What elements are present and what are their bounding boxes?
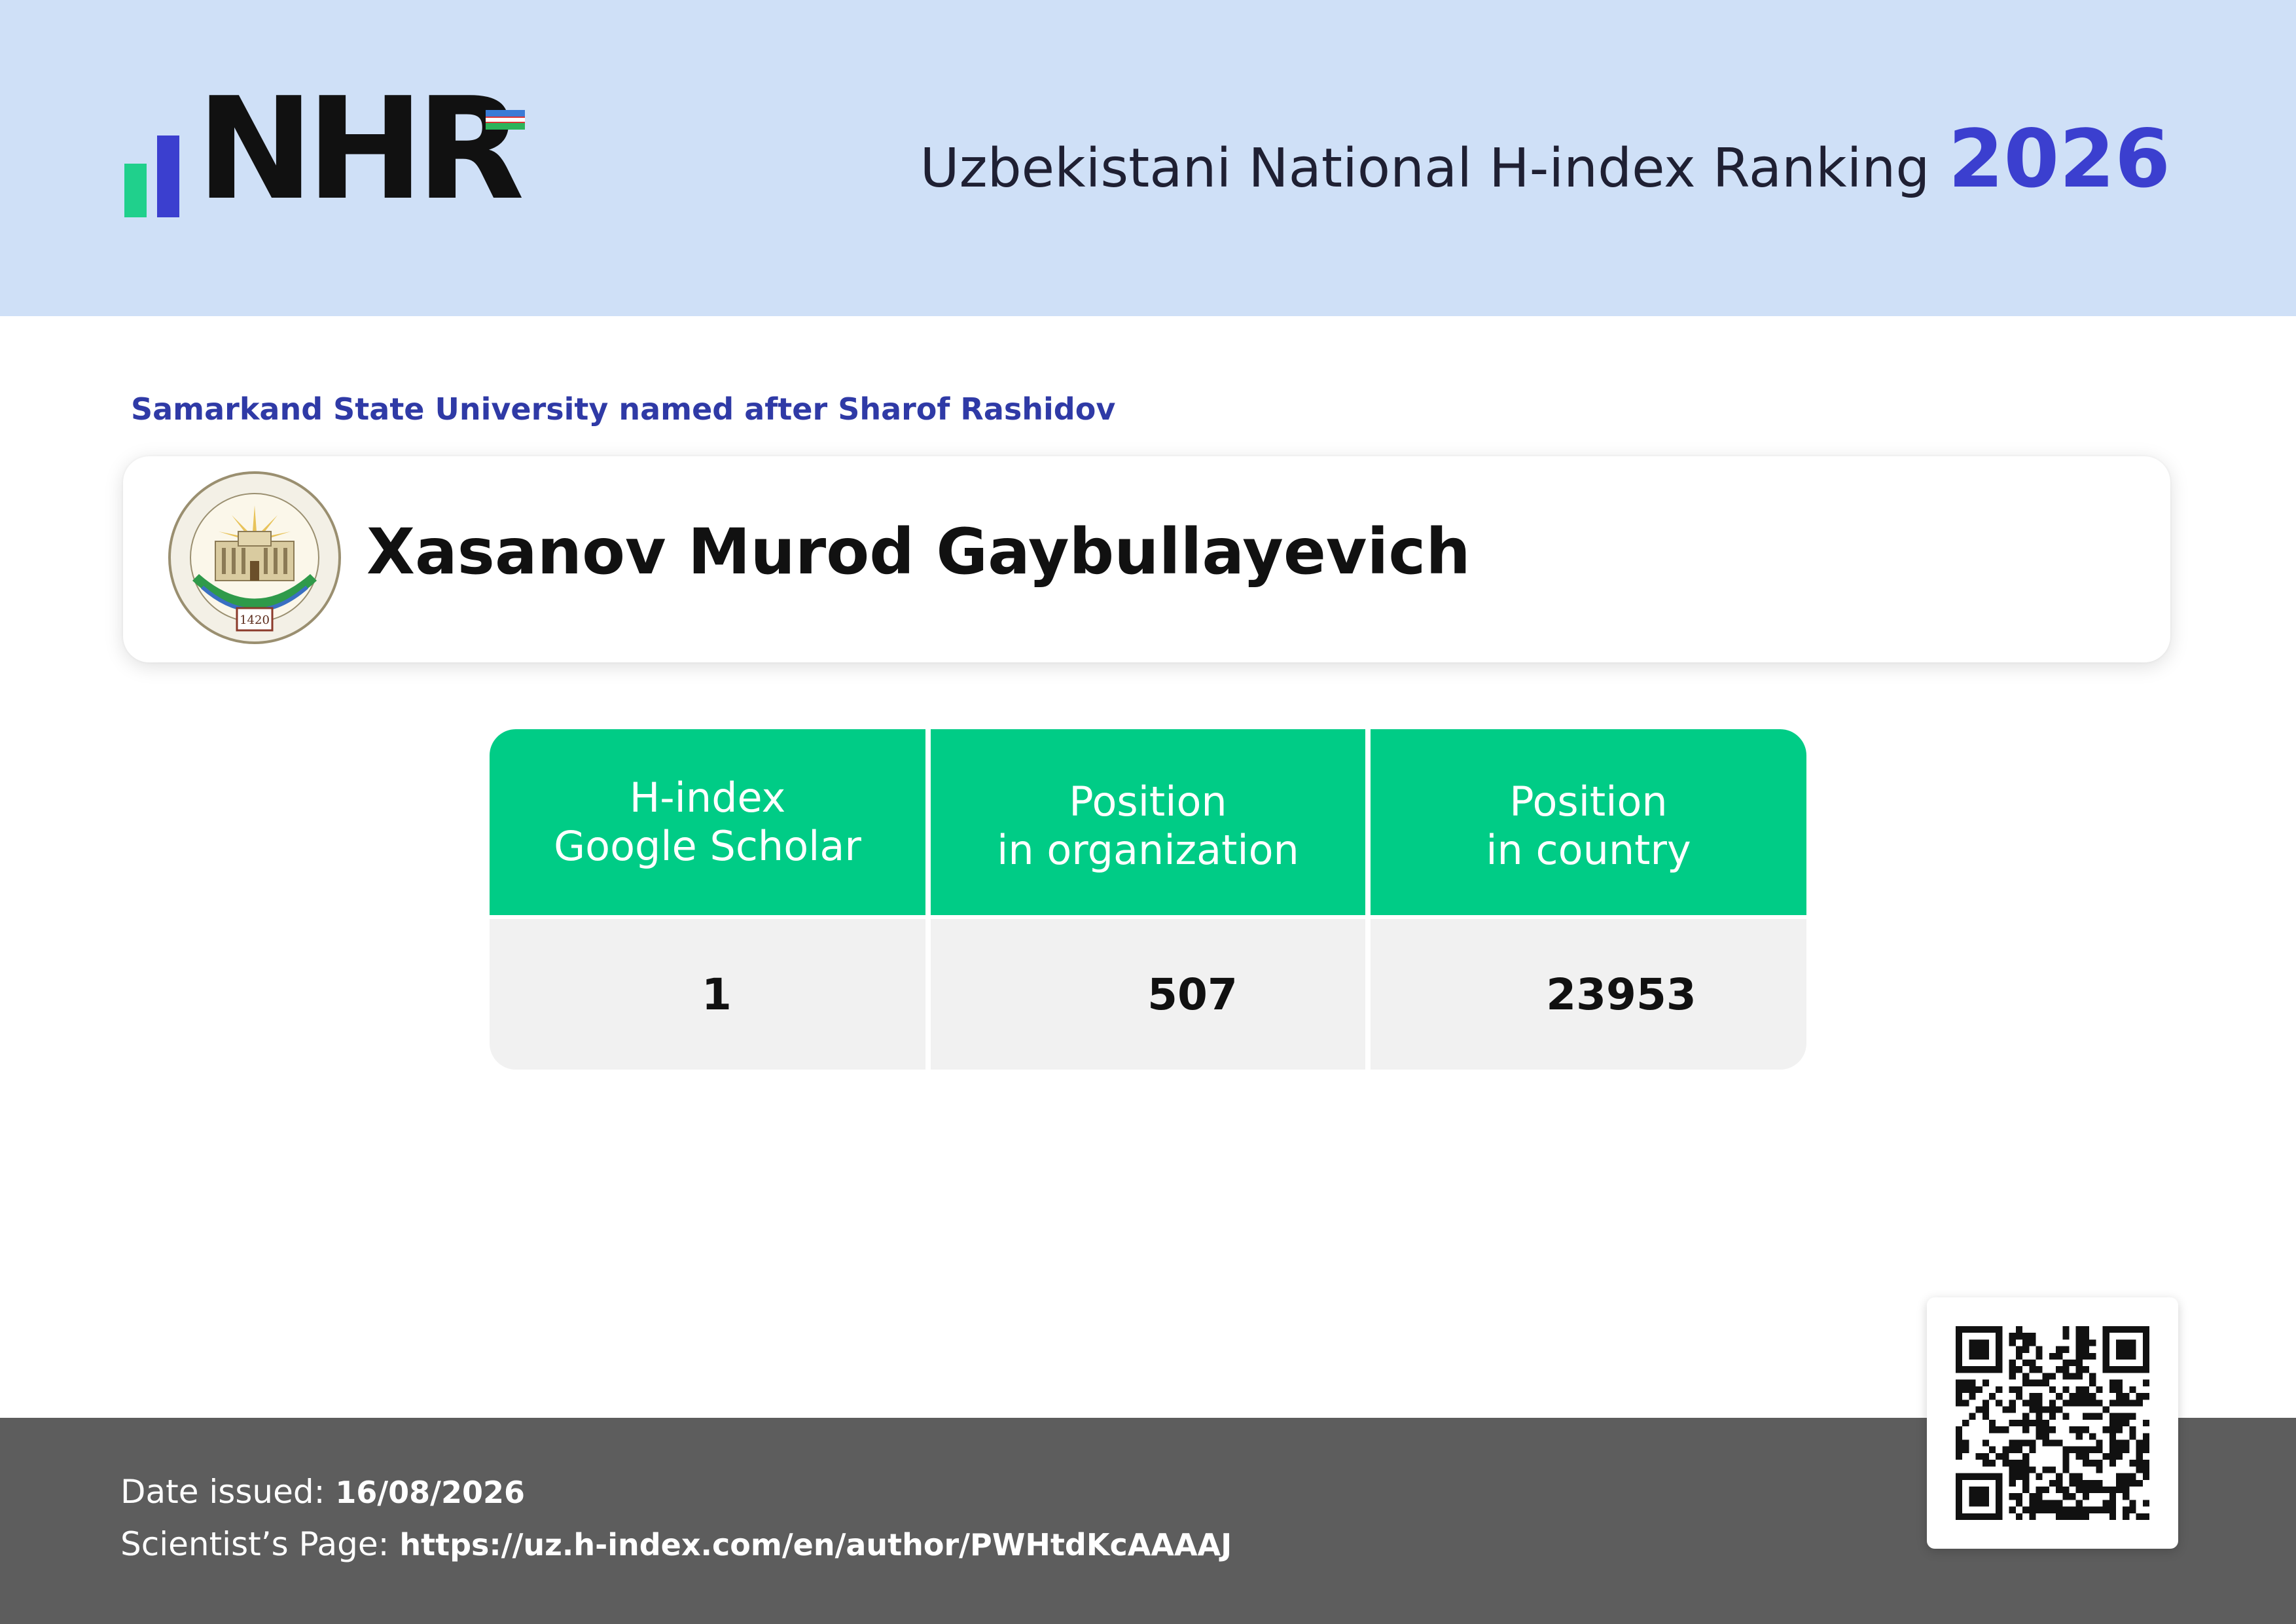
stat-value-text: 1 <box>702 969 732 1020</box>
organization-name: Samarkand State University named after S… <box>131 391 1116 427</box>
logo-text: NHR <box>196 67 524 231</box>
date-issued-label: Date issued: <box>120 1473 325 1511</box>
stat-value-text: 23953 <box>1546 969 1696 1020</box>
stat-header-position-organization: Position in organization <box>931 729 1365 915</box>
nhr-logo: NHR <box>124 79 543 223</box>
ranking-year: 2026 <box>1948 113 2170 206</box>
ranking-heading: Uzbekistani National H-index Ranking 202… <box>920 113 2170 206</box>
stats-table: H-index Google Scholar Position in organ… <box>490 729 1806 1070</box>
scientist-name: Xasanov Murod Gaybullayevich <box>367 515 1471 588</box>
qr-code-card[interactable] <box>1927 1297 2178 1549</box>
stat-value-position-country: 23953 <box>1371 919 1806 1070</box>
stat-header-hindex: H-index Google Scholar <box>490 729 925 915</box>
scientist-card: 1420 Xasanov Murod Gaybullayevich <box>123 456 2170 662</box>
uzbek-flag-icon <box>486 110 525 136</box>
scientist-page-label: Scientist’s Page: <box>120 1525 389 1563</box>
stat-header-line: in organization <box>997 826 1299 874</box>
ranking-title: Uzbekistani National H-index Ranking <box>920 137 1930 200</box>
logo-bar-blue <box>157 135 179 217</box>
stat-header-line: Position <box>1509 777 1668 825</box>
stat-value-hindex: 1 <box>490 919 925 1070</box>
stat-value-position-organization: 507 <box>931 919 1365 1070</box>
university-seal-icon: 1420 <box>168 471 341 644</box>
stat-header-position-country: Position in country <box>1371 729 1806 915</box>
header-banner: NHR Uzbekistani National H-index Ranking… <box>0 0 2296 316</box>
stat-value-text: 507 <box>1147 969 1238 1020</box>
stat-header-line: in country <box>1486 826 1691 874</box>
scientist-page-link[interactable]: https://uz.h-index.com/en/author/PWHtdKc… <box>399 1527 1232 1562</box>
scientist-page-line: Scientist’s Page: https://uz.h-index.com… <box>120 1525 1232 1563</box>
qr-code-icon <box>1956 1326 2149 1520</box>
svg-text:1420: 1420 <box>240 613 270 627</box>
stat-header-line: Google Scholar <box>554 822 861 870</box>
logo-bar-green <box>124 164 147 217</box>
date-issued-line: Date issued: 16/08/2026 <box>120 1473 525 1511</box>
date-issued-value: 16/08/2026 <box>335 1475 525 1510</box>
stat-header-line: H-index <box>629 773 786 821</box>
stat-header-line: Position <box>1069 777 1227 825</box>
